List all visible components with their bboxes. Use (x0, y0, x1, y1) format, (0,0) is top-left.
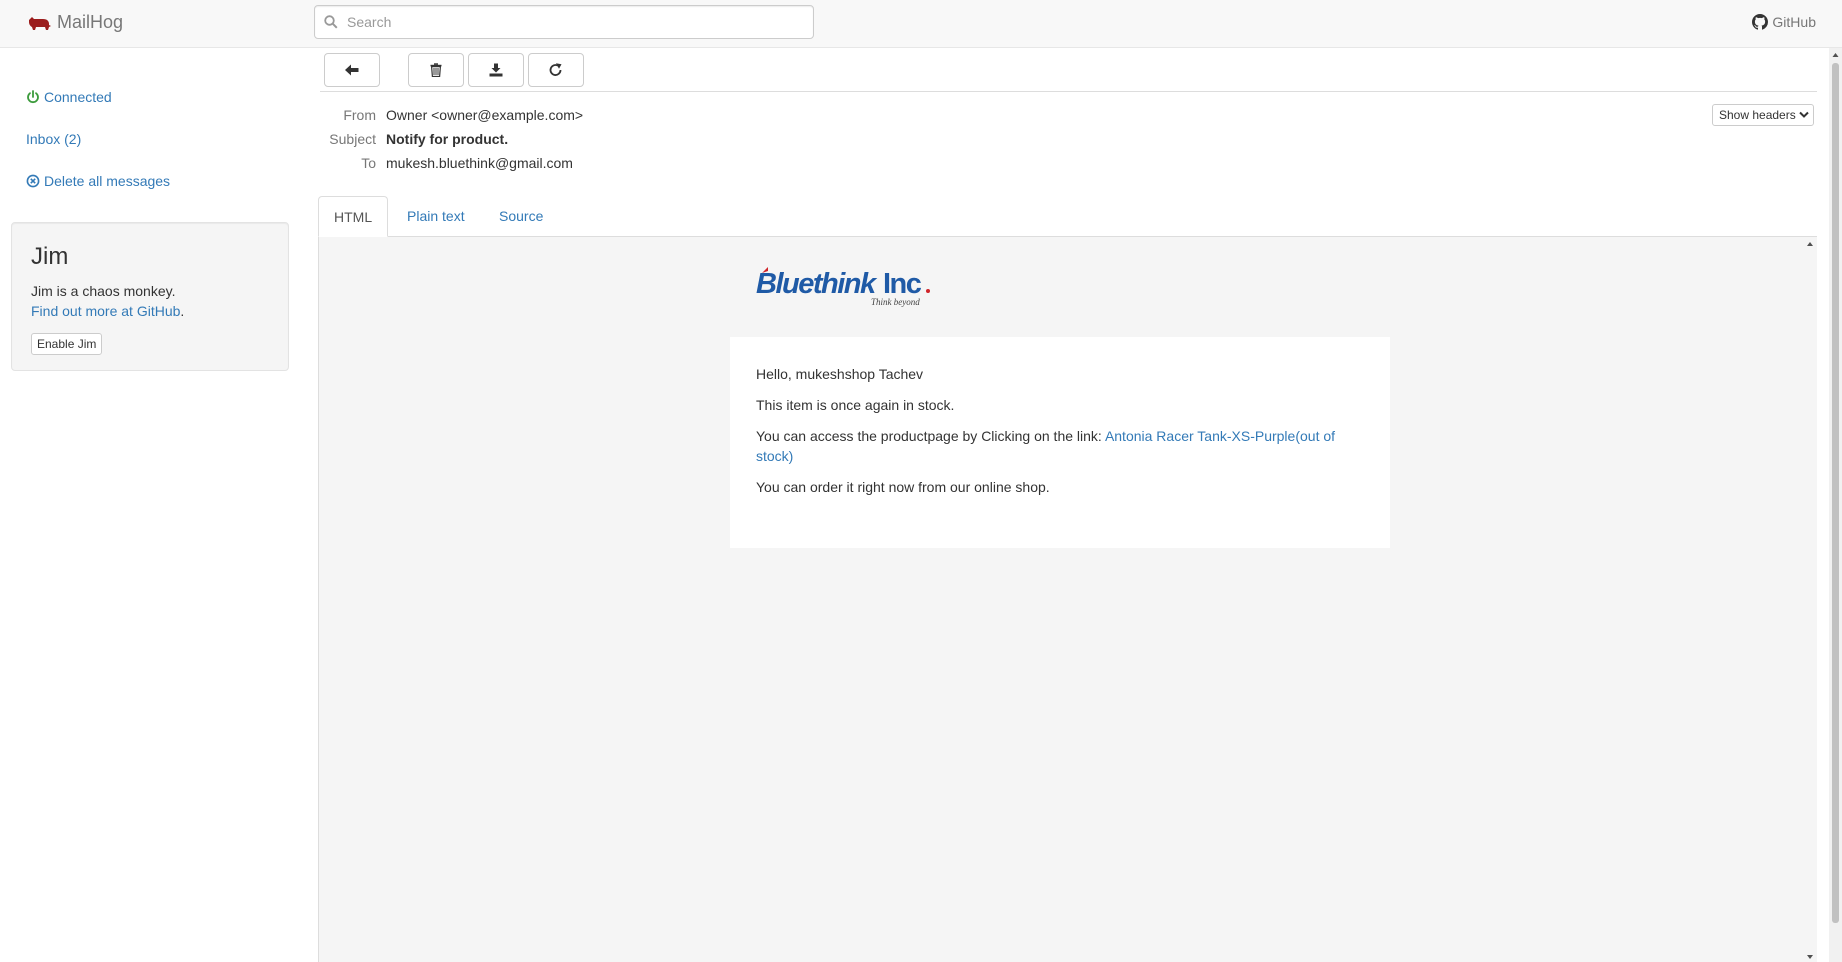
delete-message-button[interactable] (408, 53, 464, 87)
brand-name: MailHog (57, 12, 124, 32)
pig-logo-icon (29, 16, 51, 30)
tab-source[interactable]: Source (484, 196, 558, 237)
from-label: From (343, 107, 376, 123)
bluethink-logo: Bluethink Inc Think beyond (756, 265, 934, 312)
email-line-2: You can access the productpage by Clicki… (756, 426, 1364, 466)
connected-label: Connected (44, 89, 112, 105)
inbox-label: Inbox (2) (26, 131, 82, 147)
subject-label: Subject (329, 131, 376, 147)
search-box (314, 5, 814, 39)
back-button[interactable] (324, 53, 380, 87)
search-icon (324, 15, 338, 29)
search-input[interactable] (345, 6, 805, 38)
to-value: mukesh.bluethink@gmail.com (386, 155, 573, 171)
email-greeting: Hello, mukeshshop Tachev (756, 366, 924, 382)
to-label: To (361, 155, 376, 171)
preview-scrollbar[interactable] (1803, 237, 1817, 962)
bluethink-logo-image: Bluethink Inc Think beyond (756, 267, 930, 307)
github-icon (1752, 14, 1769, 30)
email-preview: Bluethink Inc Think beyond Hello, mukesh… (318, 237, 1817, 962)
page-scroll-up-icon (1832, 53, 1839, 57)
jim-link-suffix: . (180, 303, 185, 319)
subject-value: Notify for product. (386, 131, 509, 147)
enable-jim-button[interactable]: Enable Jim (31, 333, 103, 355)
svg-text:Inc: Inc (883, 268, 922, 300)
email-line-3: You can order it right now from our onli… (756, 479, 1050, 495)
jim-link-line: Find out more at GitHub. (31, 301, 269, 321)
delete-all-messages-link[interactable]: Delete all messages (26, 173, 170, 189)
page-scrollbar[interactable] (1829, 48, 1842, 962)
jim-title: Jim (31, 243, 69, 270)
email-body-card: Hello, mukeshshop Tachev This item is on… (730, 337, 1390, 548)
connected-status[interactable]: Connected (26, 89, 112, 105)
brand-link[interactable]: MailHog (27, 12, 123, 33)
chevron-down-icon (1799, 111, 1809, 118)
svg-text:Bluethink: Bluethink (756, 268, 878, 300)
scroll-down-arrow-icon (1807, 955, 1813, 959)
power-icon (27, 90, 39, 104)
tab-plain-text[interactable]: Plain text (392, 196, 480, 237)
download-icon (489, 63, 503, 77)
show-headers-label: Show headers (1719, 108, 1796, 122)
page-scroll-thumb[interactable] (1832, 63, 1839, 923)
delete-all-label: Delete all messages (44, 173, 171, 189)
share-icon (549, 63, 562, 76)
arrow-left-icon (345, 64, 359, 76)
tab-html[interactable]: HTML (318, 196, 389, 237)
remove-circle-icon (26, 174, 40, 188)
svg-text:Think beyond: Think beyond (871, 297, 920, 307)
scroll-up-arrow-icon (1807, 242, 1813, 246)
release-button[interactable] (528, 53, 584, 87)
show-headers-button[interactable]: Show headers (1712, 104, 1814, 126)
top-navbar: MailHog GitHub (0, 0, 1842, 48)
email-line-1: This item is once again in stock. (756, 397, 955, 413)
sidebar-item-inbox[interactable]: Inbox (2) (26, 131, 81, 147)
github-label: GitHub (1772, 14, 1816, 30)
github-link[interactable]: GitHub (1752, 14, 1816, 30)
trash-icon (430, 63, 442, 77)
download-button[interactable] (468, 53, 524, 87)
toolbar-divider (320, 91, 1817, 92)
from-value: Owner <owner@example.com> (386, 107, 584, 123)
jim-github-link[interactable]: Find out more at GitHub (31, 303, 180, 319)
email-line-2-prefix: You can access the productpage by Clicki… (756, 428, 1105, 444)
jim-description: Jim is a chaos monkey. (31, 283, 176, 299)
jim-panel: Jim Jim is a chaos monkey. Find out more… (11, 222, 289, 371)
